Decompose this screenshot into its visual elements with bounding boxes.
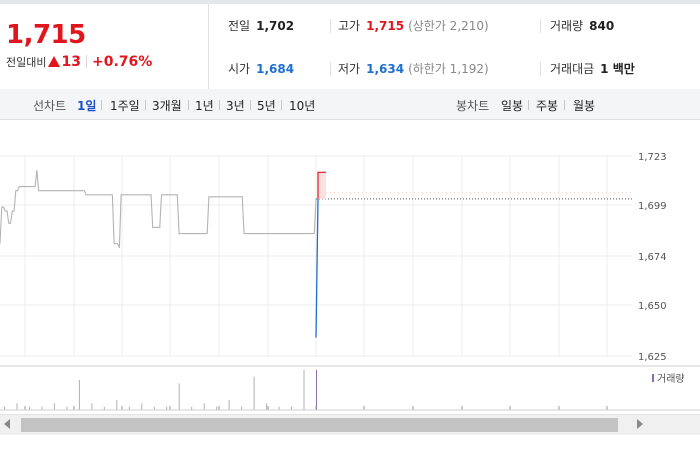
volume-bar	[78, 380, 80, 410]
period-weekly-candle[interactable]: 주봉	[536, 97, 558, 114]
stat-sub: (상한가 2,210)	[408, 19, 489, 33]
divider	[281, 100, 282, 110]
stat-value: 1,684	[256, 62, 295, 76]
volume-bar	[253, 376, 255, 410]
volume-bar	[203, 403, 205, 410]
divider	[85, 55, 87, 68]
y-tick-label: 1,699	[638, 201, 667, 212]
divider	[330, 19, 331, 33]
period-monthly-candle[interactable]: 월봉	[573, 97, 595, 114]
divider	[145, 100, 146, 110]
divider	[250, 100, 251, 110]
period-1d[interactable]: 1일	[77, 97, 96, 114]
divider	[540, 62, 541, 76]
divider	[528, 100, 529, 110]
stat-prev-close: 전일 1,702	[228, 17, 294, 34]
divider	[330, 62, 331, 76]
volume-bar	[91, 403, 93, 410]
volume-legend-swatch	[652, 374, 654, 382]
change-line: 전일대비 13 +0.76%	[6, 54, 152, 70]
volume-legend: 거래량	[652, 373, 685, 385]
price-area-today-up	[318, 172, 326, 199]
y-tick-label: 1,625	[638, 352, 667, 363]
volume-legend-label: 거래량	[657, 373, 685, 385]
y-tick-label: 1,723	[638, 152, 667, 163]
period-3m[interactable]: 3개월	[152, 97, 182, 114]
period-1y[interactable]: 1년	[195, 97, 214, 114]
candle-chart-label: 봉차트	[456, 99, 490, 113]
line-chart-label: 선차트	[33, 99, 67, 113]
volume-bar	[141, 403, 143, 410]
change-percent: +0.76%	[91, 54, 153, 70]
volume-bar	[266, 403, 268, 410]
chart-scrollbar[interactable]	[0, 414, 700, 435]
divider	[219, 100, 220, 110]
divider	[188, 100, 189, 110]
divider	[101, 100, 102, 110]
period-5y[interactable]: 5년	[257, 97, 276, 114]
quote-summary: 1,715 전일대비 13 +0.76% 전일 1,702 고가 1,715 (상한가 2…	[0, 4, 700, 90]
volume-bar	[53, 403, 55, 410]
stat-high: 고가 1,715 (상한가 2,210)	[338, 17, 489, 34]
stat-label: 시가	[228, 62, 251, 76]
stat-sub: (하한가 1,192)	[408, 62, 489, 76]
stat-label: 전일	[228, 19, 251, 33]
stat-low: 저가 1,634 (하한가 1,192)	[338, 60, 489, 77]
stat-value: 1,702	[256, 19, 295, 33]
y-tick-label: 1,650	[638, 301, 667, 312]
scroll-thumb[interactable]	[21, 418, 618, 432]
stat-open: 시가 1,684	[228, 60, 294, 77]
period-bar: 선차트 1일 1주일 3개월 1년 3년 5년 10년 봉차트 일봉 주봉 월봉	[0, 89, 700, 120]
period-3y[interactable]: 3년	[226, 97, 245, 114]
scroll-right-arrow-icon[interactable]	[637, 419, 643, 429]
period-daily-candle[interactable]: 일봉	[501, 97, 523, 114]
y-tick-label: 1,674	[638, 252, 667, 263]
divider	[540, 19, 541, 33]
price-line-previous	[0, 170, 317, 249]
scroll-left-arrow-icon[interactable]	[4, 419, 10, 429]
price-chart[interactable]: 1,723 1,699 1,674 1,650 1,625 거래량	[0, 120, 700, 414]
stat-value: 840	[589, 19, 615, 33]
volume-bar	[16, 403, 18, 410]
stat-value: 1,634	[366, 62, 405, 76]
volume-chart	[0, 370, 700, 411]
y-axis-labels: 1,723 1,699 1,674 1,650 1,625	[638, 152, 667, 363]
stat-label: 거래량	[550, 19, 584, 33]
volume-bar	[303, 370, 305, 410]
chart-grid	[0, 155, 700, 367]
stat-label: 고가	[338, 19, 361, 33]
volume-bar	[178, 383, 180, 410]
change-label: 전일대비	[6, 56, 47, 69]
up-triangle-icon	[48, 56, 61, 67]
stat-label: 거래대금	[550, 62, 595, 76]
stat-value: 1,715	[366, 19, 405, 33]
change-amount: 13	[61, 54, 81, 70]
divider	[564, 100, 565, 110]
stat-amount: 거래대금 1 백만	[550, 60, 635, 77]
price-box: 1,715 전일대비 13 +0.76%	[0, 4, 209, 89]
stat-label: 저가	[338, 62, 361, 76]
volume-bar	[116, 400, 118, 410]
stat-value: 1 백만	[600, 62, 635, 76]
current-price: 1,715	[6, 20, 86, 50]
stat-volume: 거래량 840	[550, 17, 614, 34]
period-1w[interactable]: 1주일	[110, 97, 140, 114]
volume-bar-today	[316, 370, 317, 410]
period-10y[interactable]: 10년	[289, 97, 315, 114]
volume-bar	[228, 400, 230, 410]
